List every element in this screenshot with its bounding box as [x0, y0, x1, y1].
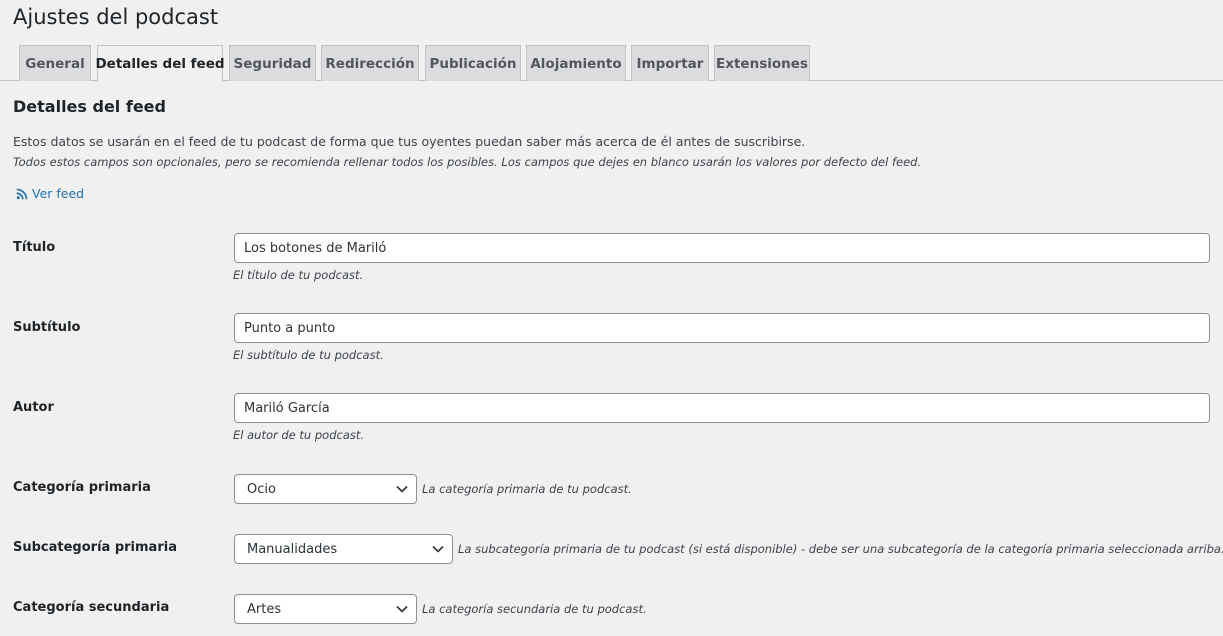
primary-subcategory-description: La subcategoría primaria de tu podcast (…: [458, 542, 1223, 556]
author-description: El autor de tu podcast.: [233, 428, 365, 442]
title-description: El título de tu podcast.: [233, 268, 364, 282]
subtitle-input[interactable]: [234, 313, 1210, 343]
primary-category-value: Ocio: [247, 481, 276, 497]
tab-security[interactable]: Seguridad: [229, 45, 316, 81]
secondary-category-label: Categoría secundaria: [13, 600, 170, 615]
primary-subcategory-value: Manualidades: [247, 541, 338, 557]
view-feed-link[interactable]: Ver feed: [16, 186, 84, 201]
primary-category-select[interactable]: Ocio: [234, 474, 417, 504]
secondary-category-select[interactable]: Artes: [234, 594, 417, 624]
chevron-down-icon: [388, 605, 416, 613]
chevron-down-icon: [424, 545, 452, 553]
secondary-category-value: Artes: [247, 601, 282, 617]
primary-category-label: Categoría primaria: [13, 480, 151, 495]
author-label: Autor: [13, 400, 54, 415]
author-input[interactable]: [234, 393, 1210, 423]
tab-redirect[interactable]: Redirección: [321, 45, 419, 81]
title-input[interactable]: [234, 233, 1210, 263]
tab-import[interactable]: Importar: [631, 45, 709, 81]
primary-category-description: La categoría primaria de tu podcast.: [422, 482, 632, 496]
subtitle-label: Subtítulo: [13, 320, 81, 335]
settings-tabs: General Detalles del feed Seguridad Redi…: [0, 45, 1223, 82]
secondary-category-description: La categoría secundaria de tu podcast.: [422, 602, 647, 616]
primary-subcategory-label: Subcategoría primaria: [13, 540, 177, 555]
tab-hosting[interactable]: Alojamiento: [526, 45, 626, 81]
tab-publishing[interactable]: Publicación: [425, 45, 521, 81]
subtitle-description: El subtítulo de tu podcast.: [233, 348, 384, 362]
tab-feed-details[interactable]: Detalles del feed: [95, 45, 225, 82]
section-note: Todos estos campos son opcionales, pero …: [13, 155, 922, 169]
page-title: Ajustes del podcast: [13, 5, 219, 29]
chevron-down-icon: [388, 485, 416, 493]
rss-icon: [16, 188, 28, 200]
tab-extensions[interactable]: Extensiones: [714, 45, 810, 81]
primary-subcategory-select[interactable]: Manualidades: [234, 534, 453, 564]
section-intro: Estos datos se usarán en el feed de tu p…: [13, 134, 806, 149]
tab-general[interactable]: General: [19, 45, 91, 81]
title-label: Título: [13, 240, 56, 255]
view-feed-label: Ver feed: [32, 186, 85, 201]
section-title: Detalles del feed: [13, 97, 166, 116]
